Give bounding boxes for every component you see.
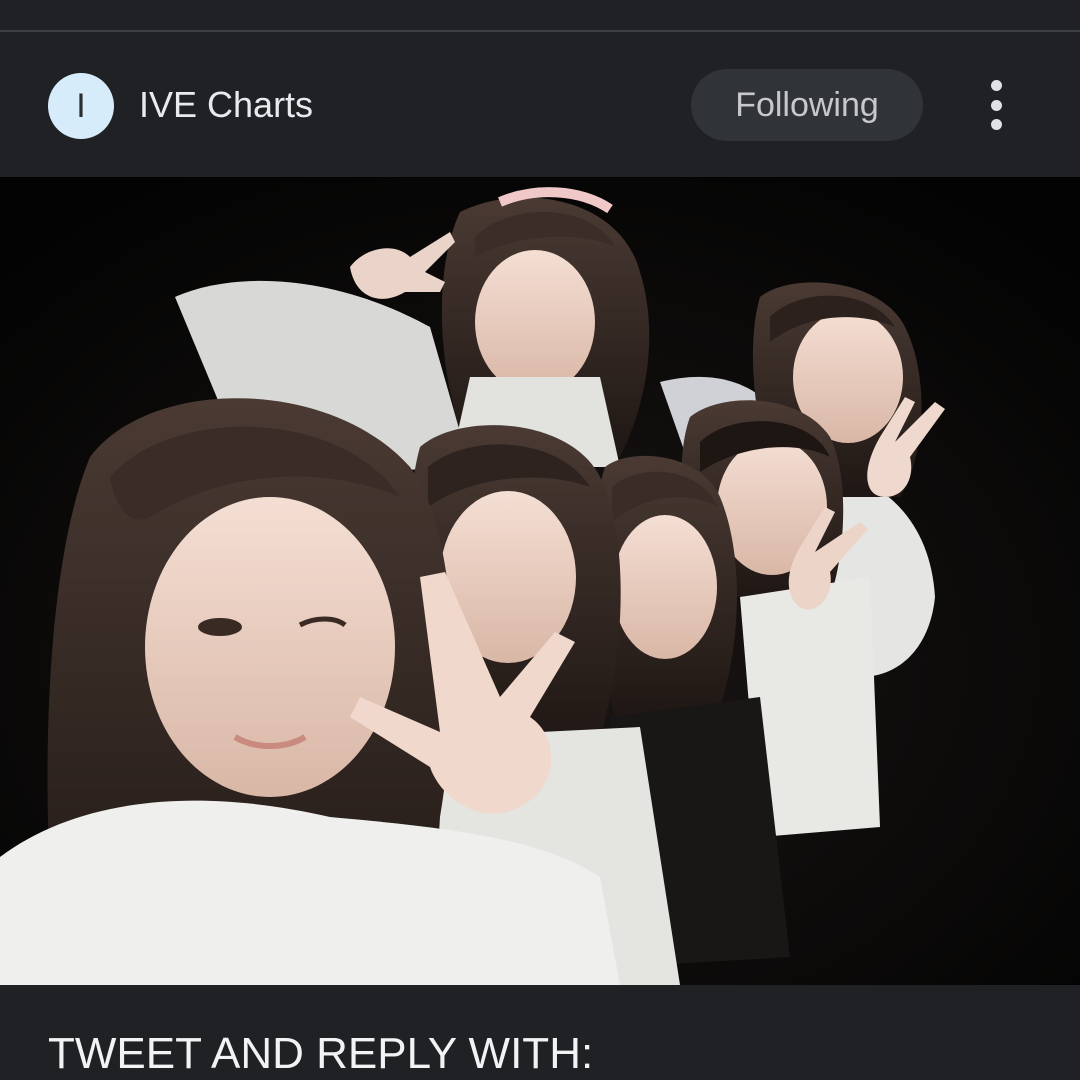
post-header: I IVE Charts Following <box>0 32 1080 177</box>
following-button[interactable]: Following <box>691 69 923 141</box>
group-selfie-image <box>0 177 1080 985</box>
more-dot <box>990 99 1002 111</box>
post-screen: I IVE Charts Following TWEET AND REPLY W… <box>0 0 1080 1080</box>
post-text: TWEET AND REPLY WITH: <box>48 1029 594 1078</box>
channel-avatar[interactable]: I <box>48 73 114 139</box>
more-dot <box>990 80 1002 91</box>
post-photo[interactable] <box>0 177 1080 985</box>
channel-name[interactable]: IVE Charts <box>139 82 313 128</box>
more-vertical-icon[interactable] <box>972 80 1020 130</box>
avatar-letter: I <box>76 86 86 125</box>
more-dot <box>990 119 1002 130</box>
